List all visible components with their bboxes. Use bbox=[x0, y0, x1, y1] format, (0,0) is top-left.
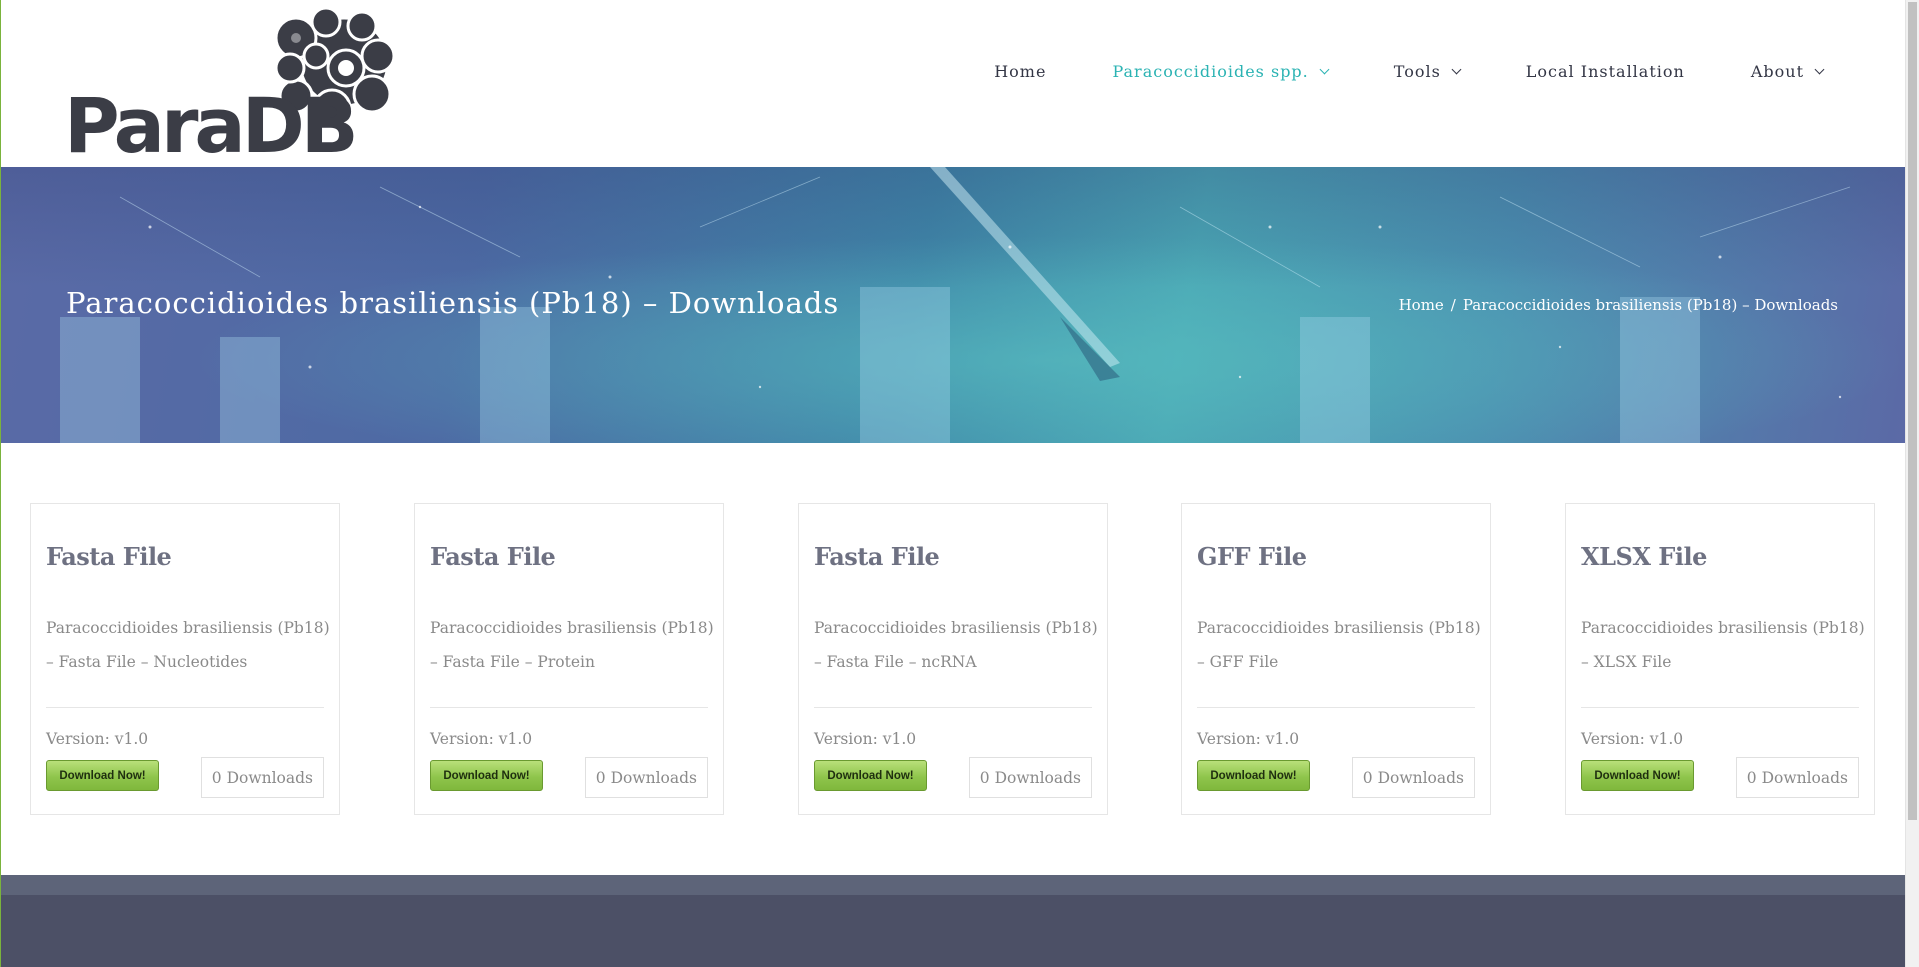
nav-item-local-installation[interactable]: Local Installation bbox=[1526, 62, 1685, 81]
breadcrumb-current: Paracoccidioides brasiliensis (Pb18) – D… bbox=[1462, 296, 1838, 314]
site-logo[interactable]: ParaDB bbox=[64, 6, 404, 164]
download-count: 0 Downloads bbox=[200, 757, 324, 798]
download-count: 0 Downloads bbox=[1735, 757, 1859, 798]
card-title: XLSX File bbox=[1581, 542, 1707, 571]
nav-item-label: Local Installation bbox=[1525, 62, 1685, 81]
download-count: 0 Downloads bbox=[584, 757, 708, 798]
card-version: Version: v1.0 bbox=[814, 730, 917, 748]
download-card: Fasta File Paracoccidioides brasiliensis… bbox=[798, 503, 1108, 815]
page-title-banner: Paracoccidioides brasiliensis (Pb18) – D… bbox=[0, 167, 1905, 443]
breadcrumb: Home / Paracoccidioides brasiliensis (Pb18… bbox=[1399, 296, 1838, 314]
card-divider bbox=[46, 707, 324, 708]
downloads-grid: Fasta File Paracoccidioides brasiliensis… bbox=[30, 503, 1875, 815]
card-version: Version: v1.0 bbox=[1581, 730, 1684, 748]
main-nav: Home Paracoccidioides spp. Tools Local I… bbox=[928, 62, 1825, 81]
card-version: Version: v1.0 bbox=[430, 730, 533, 748]
card-divider bbox=[814, 707, 1092, 708]
card-divider bbox=[430, 707, 708, 708]
site-header: ParaDB Home Paracoccidioides spp. Tools … bbox=[0, 0, 1905, 167]
nav-item-tools[interactable]: Tools bbox=[1393, 62, 1462, 81]
breadcrumb-home-link[interactable]: Home bbox=[1399, 296, 1444, 314]
download-card: XLSX File Paracoccidioides brasiliensis … bbox=[1565, 503, 1875, 815]
nav-item-home[interactable]: Home bbox=[994, 62, 1046, 81]
card-title: Fasta File bbox=[46, 542, 172, 571]
nav-item-label: Home bbox=[994, 62, 1047, 81]
card-description: Paracoccidioides brasiliensis (Pb18) – G… bbox=[1197, 619, 1481, 671]
nav-item-label: About bbox=[1750, 62, 1804, 81]
page-scrollbar[interactable] bbox=[1905, 0, 1919, 967]
nav-item-paracoccidioides[interactable]: Paracoccidioides spp. bbox=[1112, 62, 1330, 81]
chevron-down-icon bbox=[1451, 64, 1462, 75]
card-title: Fasta File bbox=[430, 542, 556, 571]
download-now-button[interactable]: Download Now! bbox=[430, 760, 543, 791]
download-now-button[interactable]: Download Now! bbox=[46, 760, 159, 791]
breadcrumb-separator: / bbox=[1450, 296, 1456, 314]
nav-item-label: Paracoccidioides spp. bbox=[1112, 62, 1309, 81]
card-divider bbox=[1197, 707, 1475, 708]
nav-item-about[interactable]: About bbox=[1750, 62, 1825, 81]
nav-item-label: Tools bbox=[1393, 62, 1441, 81]
chevron-down-icon bbox=[1814, 64, 1825, 75]
download-count: 0 Downloads bbox=[1351, 757, 1475, 798]
download-now-button[interactable]: Download Now! bbox=[1581, 760, 1694, 791]
download-card: Fasta File Paracoccidioides brasiliensis… bbox=[414, 503, 724, 815]
scrollbar-thumb[interactable] bbox=[1908, 2, 1917, 820]
page-title: Paracoccidioides brasiliensis (Pb18) – D… bbox=[66, 286, 840, 320]
card-title: GFF File bbox=[1197, 542, 1307, 571]
download-count: 0 Downloads bbox=[968, 757, 1092, 798]
chevron-down-icon bbox=[1319, 64, 1330, 75]
logo-wordmark: ParaDB bbox=[64, 81, 359, 170]
card-version: Version: v1.0 bbox=[46, 730, 149, 748]
page-left-accent bbox=[0, 0, 1, 967]
card-version: Version: v1.0 bbox=[1197, 730, 1300, 748]
card-description: Paracoccidioides brasiliensis (Pb18) – F… bbox=[430, 619, 714, 671]
card-description: Paracoccidioides brasiliensis (Pb18) – F… bbox=[46, 619, 330, 671]
site-footer bbox=[0, 895, 1905, 967]
download-now-button[interactable]: Download Now! bbox=[1197, 760, 1310, 791]
card-divider bbox=[1581, 707, 1859, 708]
download-now-button[interactable]: Download Now! bbox=[814, 760, 927, 791]
card-title: Fasta File bbox=[814, 542, 940, 571]
download-card: Fasta File Paracoccidioides brasiliensis… bbox=[30, 503, 340, 815]
card-description: Paracoccidioides brasiliensis (Pb18) – F… bbox=[814, 619, 1098, 671]
footer-top-bar bbox=[0, 875, 1905, 895]
card-description: Paracoccidioides brasiliensis (Pb18) – X… bbox=[1581, 619, 1865, 671]
download-card: GFF File Paracoccidioides brasiliensis (… bbox=[1181, 503, 1491, 815]
